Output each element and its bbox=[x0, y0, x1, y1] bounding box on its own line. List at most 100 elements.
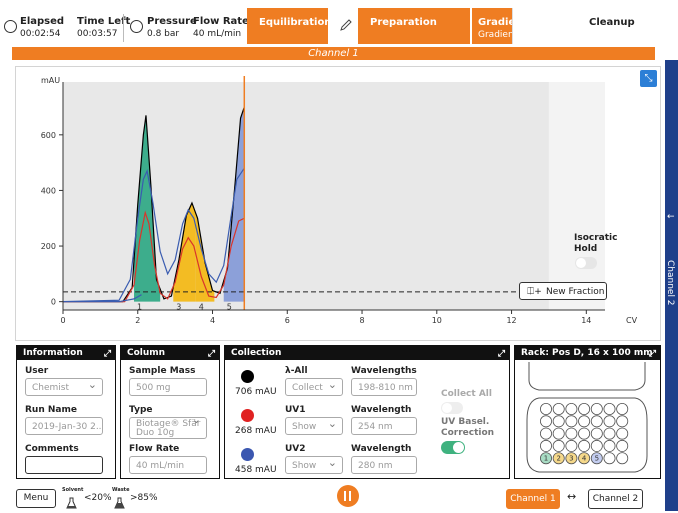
rack-tube bbox=[590, 439, 603, 452]
uv2-wl-input[interactable]: 280 nm bbox=[351, 456, 417, 474]
information-header: Information ⤢ bbox=[17, 346, 115, 360]
new-fraction-icon: ⎅+ bbox=[527, 287, 542, 297]
pause-button[interactable] bbox=[337, 485, 359, 507]
expand-icon[interactable]: ⤢ bbox=[649, 347, 656, 361]
rack-tube bbox=[603, 439, 616, 452]
uv2-color-dot bbox=[241, 448, 254, 461]
rack-tube bbox=[603, 403, 616, 416]
rack-tube bbox=[552, 439, 565, 452]
rack-tube bbox=[565, 403, 578, 416]
type-select[interactable]: Biotage® Sfär Duo 10g bbox=[129, 417, 207, 439]
isocratic-hold-toggle[interactable] bbox=[575, 257, 597, 269]
rack-tube bbox=[590, 403, 603, 416]
type-label: Type bbox=[129, 405, 153, 415]
channel-1-button[interactable]: Channel 1 bbox=[506, 489, 560, 509]
lambda-all-wl-label: Wavelengths bbox=[351, 366, 417, 376]
run-name-label: Run Name bbox=[25, 405, 77, 415]
x-tick-label: 10 bbox=[432, 316, 442, 325]
rack-tube bbox=[565, 427, 578, 440]
solvent-flask-icon bbox=[66, 494, 77, 513]
isocratic-hold-label: Isocratic Hold bbox=[574, 233, 617, 255]
isocratic-region bbox=[548, 82, 605, 310]
isocratic-line2: Hold bbox=[574, 244, 598, 254]
lambda-all-mode-select[interactable]: Collect bbox=[285, 378, 343, 396]
rack-tube bbox=[590, 415, 603, 428]
x-axis-label: CV bbox=[626, 316, 638, 325]
lambda-all-color-dot bbox=[241, 370, 254, 383]
user-label: User bbox=[25, 366, 49, 376]
rack-tube-label: 4 bbox=[582, 455, 587, 463]
rack-tube bbox=[539, 415, 552, 428]
rack-tube bbox=[539, 439, 552, 452]
comments-input[interactable] bbox=[25, 456, 103, 474]
rack-tube bbox=[578, 439, 591, 452]
expand-icon[interactable]: ⤢ bbox=[104, 347, 111, 361]
rack-diagram[interactable]: 12 3 45 bbox=[515, 360, 660, 478]
y-axis-label: mAU bbox=[41, 76, 60, 85]
rack-tube bbox=[552, 403, 565, 416]
uv1-wl-label: Wavelength bbox=[351, 405, 412, 415]
rack-tube bbox=[552, 427, 565, 440]
y-tick-label: 0 bbox=[51, 298, 56, 307]
sample-mass-input[interactable]: 500 mg bbox=[129, 378, 207, 396]
rack-tube-label: 2 bbox=[556, 455, 560, 463]
uv1-wl-input[interactable]: 254 nm bbox=[351, 417, 417, 435]
rack-tube bbox=[590, 427, 603, 440]
user-select[interactable]: Chemist bbox=[25, 378, 103, 396]
collect-all-label: Collect All bbox=[441, 389, 492, 399]
run-name-input[interactable]: 2019-Jan-30 2... bbox=[25, 417, 103, 435]
x-tick-label: 12 bbox=[506, 316, 516, 325]
uv2-mode-select[interactable]: Show bbox=[285, 456, 343, 474]
x-tick-label: 14 bbox=[581, 316, 591, 325]
collection-panel: Collection ⤢ 706 mAU λ-All Collect Wavele… bbox=[224, 345, 510, 479]
rack-tube bbox=[603, 427, 616, 440]
x-tick-label: 2 bbox=[135, 316, 140, 325]
solvent-label: Solvent bbox=[62, 487, 84, 493]
toggle-knob bbox=[453, 442, 464, 453]
uv2-wl-label: Wavelength bbox=[351, 444, 412, 454]
uv2-mau: 458 mAU bbox=[235, 465, 277, 475]
rack-top-tray bbox=[528, 362, 646, 391]
rack-tube bbox=[616, 427, 629, 440]
rack-tube bbox=[603, 452, 616, 465]
uv-baseline-toggle[interactable] bbox=[441, 441, 465, 454]
swap-channels-icon[interactable]: ↔ bbox=[567, 490, 576, 503]
channel-2-button[interactable]: Channel 2 bbox=[588, 489, 643, 509]
column-title: Column bbox=[127, 348, 166, 358]
uv-baseline-label-2: Correction bbox=[441, 428, 495, 438]
pause-icon-bar bbox=[349, 491, 351, 501]
rack-tube-label: 1 bbox=[544, 455, 548, 463]
uv2-label: UV2 bbox=[285, 444, 306, 454]
lambda-all-mau: 706 mAU bbox=[235, 387, 277, 397]
rack-title: Rack: Pos D, 16 x 100 mm bbox=[521, 348, 653, 358]
rack-panel: Rack: Pos D, 16 x 100 mm ⤢ 12 3 45 bbox=[514, 345, 661, 479]
rack-tube bbox=[539, 403, 552, 416]
expand-icon[interactable]: ⤢ bbox=[208, 347, 215, 361]
rack-tube bbox=[565, 415, 578, 428]
waste-flask-icon bbox=[114, 494, 125, 513]
col-flow-rate-label: Flow Rate bbox=[129, 444, 180, 454]
waste-label: Waste bbox=[112, 487, 130, 493]
rack-tube bbox=[578, 427, 591, 440]
menu-button[interactable]: Menu bbox=[16, 489, 56, 508]
uv1-mode-select[interactable]: Show bbox=[285, 417, 343, 435]
lambda-all-label: λ-All bbox=[285, 366, 308, 376]
lambda-all-wl-input[interactable]: 198-810 nm bbox=[351, 378, 417, 396]
rack-tube bbox=[578, 403, 591, 416]
x-tick-label: 0 bbox=[60, 316, 65, 325]
expand-icon[interactable]: ⤢ bbox=[498, 347, 505, 361]
y-tick-label: 200 bbox=[41, 242, 56, 251]
new-fraction-label: New Fraction bbox=[546, 287, 605, 297]
comments-label: Comments bbox=[25, 444, 79, 454]
col-flow-rate-input[interactable]: 40 mL/min bbox=[129, 456, 207, 474]
rack-header: Rack: Pos D, 16 x 100 mm ⤢ bbox=[515, 346, 660, 360]
channel-1-label: Channel 1 bbox=[510, 494, 556, 504]
new-fraction-button[interactable]: ⎅+ New Fraction bbox=[519, 282, 607, 300]
isocratic-line1: Isocratic bbox=[574, 233, 618, 243]
rack-tube bbox=[539, 427, 552, 440]
collect-all-toggle[interactable] bbox=[441, 402, 463, 414]
uv1-color-dot bbox=[241, 409, 254, 422]
pause-icon bbox=[344, 491, 346, 501]
x-tick-label: 4 bbox=[210, 316, 215, 325]
rack-tube bbox=[552, 415, 565, 428]
